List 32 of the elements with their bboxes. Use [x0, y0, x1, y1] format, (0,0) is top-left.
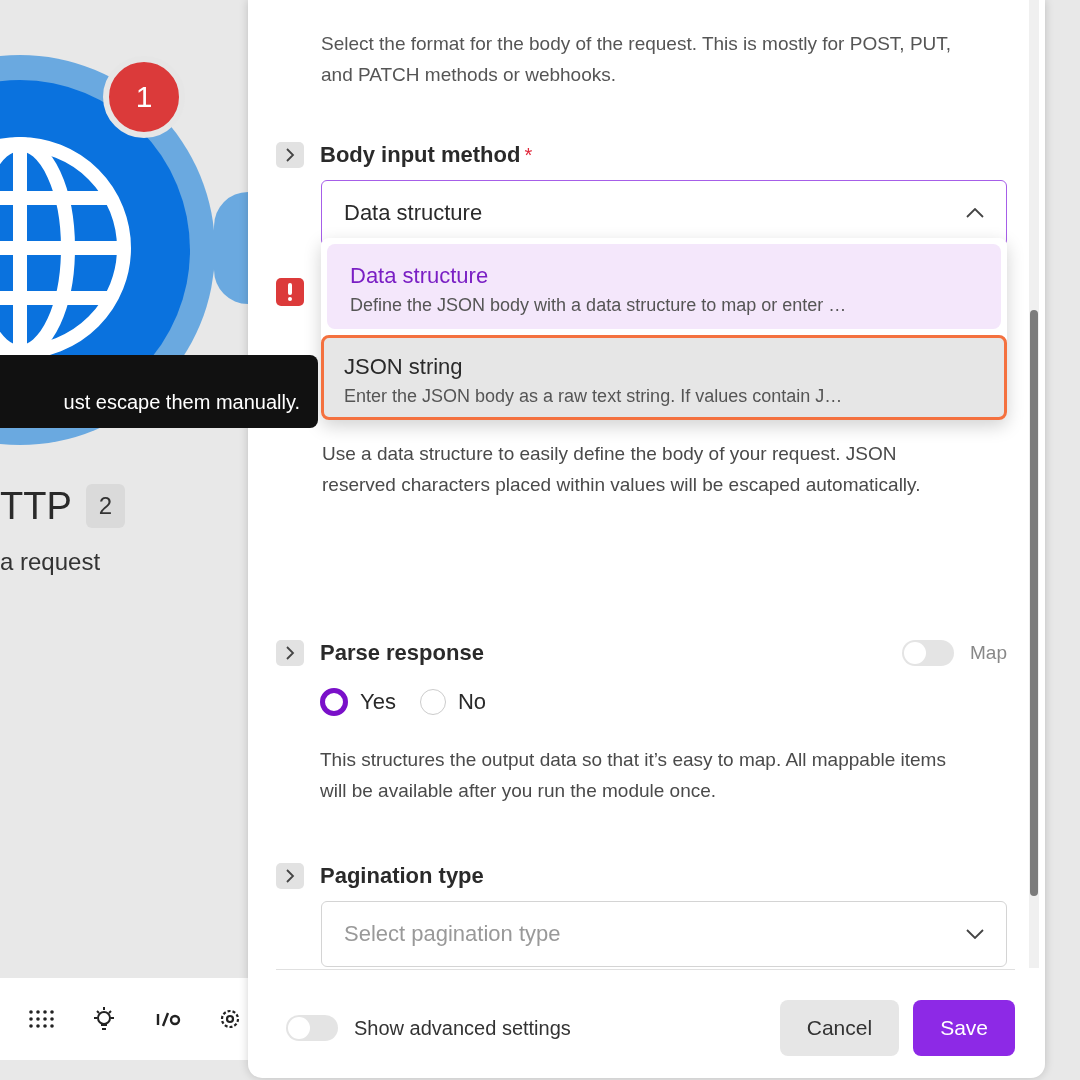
settings-icon[interactable]: [218, 1007, 242, 1031]
expand-button[interactable]: [276, 142, 304, 168]
help-text: Use a data structure to easily define the body of your request. JSON reserved characters placed within values will be escaped automatically.: [322, 442, 922, 497]
scrollbar-thumb[interactable]: [1030, 310, 1038, 896]
expand-button[interactable]: [276, 640, 304, 666]
tooltip: ust escape them manually.: [0, 355, 318, 428]
module-count: 2: [85, 484, 126, 528]
chevron-up-icon: [966, 208, 984, 218]
radio-label: No: [457, 689, 486, 715]
module-title: TTP: [0, 484, 72, 528]
field-label: Parse response: [320, 640, 484, 666]
chevron-down-icon: [966, 929, 984, 939]
chevron-right-icon: [285, 148, 295, 162]
description-text: Select the format for the body of the request. This is mostly for POST, PUT, and PATCH methods or webhooks.: [321, 32, 953, 87]
cancel-button[interactable]: Cancel: [779, 1000, 900, 1056]
radio-label: Yes: [360, 689, 396, 715]
toggle-label: Show advanced settings: [354, 1016, 571, 1040]
advanced-settings-toggle[interactable]: [286, 1015, 338, 1041]
save-button[interactable]: Save: [913, 1000, 1015, 1056]
dropdown-option[interactable]: Data structure Define the JSON body with a data structure to map or enter …: [327, 244, 1001, 329]
map-label: Map: [970, 642, 1007, 664]
module-subtitle: a request: [0, 548, 101, 576]
chevron-right-icon: [285, 646, 295, 660]
chevron-right-icon: [285, 869, 295, 883]
help-text: This structures the output data so that it’s easy to map. All mappable items will be available after you run the module once.: [320, 748, 947, 803]
map-toggle[interactable]: [902, 640, 955, 666]
field-label: Pagination type: [320, 863, 484, 889]
required-mark: *: [524, 143, 533, 167]
dropdown-option[interactable]: JSON string Enter the JSON body as a raw text string. If values contain J…: [321, 335, 1007, 420]
field-label: Body input method: [320, 142, 521, 168]
radio-button[interactable]: [320, 688, 348, 716]
expand-button[interactable]: [276, 863, 304, 889]
